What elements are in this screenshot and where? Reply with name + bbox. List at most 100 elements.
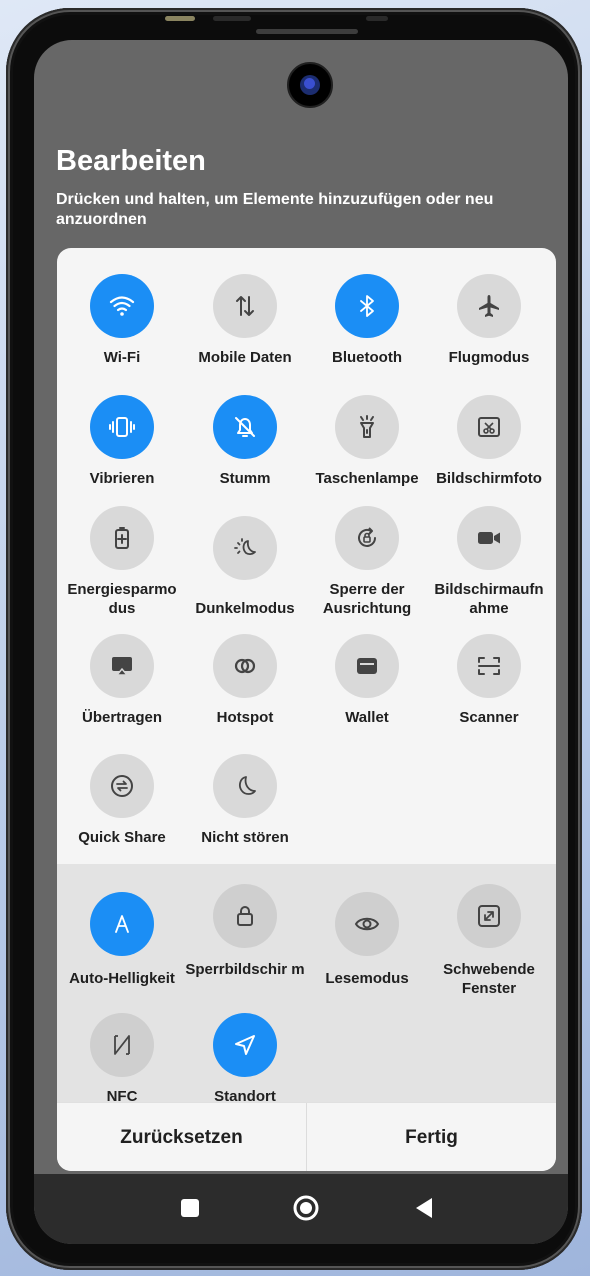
- hotspot-toggle[interactable]: [213, 634, 277, 698]
- tile-wi-fi[interactable]: Wi-Fi: [60, 274, 184, 367]
- tile-label: Bluetooth: [332, 349, 402, 366]
- tile-auto-helligkeit[interactable]: Auto-Helligkeit: [60, 884, 184, 988]
- bluetooth-toggle[interactable]: [335, 274, 399, 338]
- tile-label: Bildschirmfoto: [436, 470, 542, 487]
- tile-taschenlampe[interactable]: Taschenlampe: [305, 395, 429, 488]
- location-toggle[interactable]: [213, 1013, 277, 1077]
- recents-button[interactable]: [170, 1188, 210, 1228]
- circle-icon: [293, 1195, 319, 1221]
- bell-off-toggle[interactable]: [213, 395, 277, 459]
- front-camera: [287, 62, 333, 108]
- tile-label: Quick Share: [78, 829, 166, 846]
- wifi-toggle[interactable]: [90, 274, 154, 338]
- side-button: [213, 16, 251, 21]
- cast-icon: [112, 657, 132, 676]
- tile-energiesparmo-dus[interactable]: Energiesparmo dus: [60, 506, 184, 618]
- vibrate-toggle[interactable]: [90, 395, 154, 459]
- eye-icon: [354, 917, 380, 931]
- navigation-bar: [34, 1174, 568, 1244]
- tile-schwebende-fenster[interactable]: Schwebende Fenster: [427, 884, 551, 998]
- tile-sperre-der-ausrichtung[interactable]: Sperre der Ausrichtung: [305, 506, 429, 618]
- tile-label: Dunkelmodus: [195, 600, 295, 617]
- auto-brightness-toggle[interactable]: [90, 892, 154, 956]
- tile-nicht-stören[interactable]: Nicht stören: [183, 754, 307, 847]
- tile-label: Nicht stören: [201, 829, 289, 846]
- tile-quick-share[interactable]: Quick Share: [60, 754, 184, 847]
- tile-bildschirmaufn-ahme[interactable]: Bildschirmaufn ahme: [427, 506, 551, 618]
- tile-label: Vibrieren: [89, 470, 155, 487]
- tile-standort[interactable]: Standort: [183, 1013, 307, 1106]
- nfc-toggle[interactable]: [90, 1013, 154, 1077]
- tile-label: Auto-Helligkeit: [69, 970, 175, 987]
- nfc-icon: [114, 1035, 130, 1055]
- reset-button[interactable]: Zurücksetzen: [57, 1103, 306, 1171]
- battery-saver-toggle[interactable]: [90, 506, 154, 570]
- tile-stumm[interactable]: Stumm: [183, 395, 307, 488]
- phone-frame: Bearbeiten Drücken und halten, um Elemen…: [6, 8, 582, 1270]
- tile-label: Energiesparmo dus: [67, 581, 177, 617]
- earpiece-speaker: [256, 29, 358, 34]
- dark-mode-toggle[interactable]: [213, 516, 277, 580]
- back-button[interactable]: [404, 1188, 444, 1228]
- scanner-toggle[interactable]: [457, 634, 521, 698]
- battery-saver-icon: [115, 527, 129, 549]
- quick-share-icon: [111, 775, 133, 797]
- wallet-toggle[interactable]: [335, 634, 399, 698]
- done-button[interactable]: Fertig: [307, 1103, 556, 1171]
- tile-hotspot[interactable]: Hotspot: [183, 634, 307, 727]
- tile-label: Übertragen: [81, 709, 163, 726]
- tile-label: Mobile Daten: [198, 349, 292, 366]
- available-tiles-grid: Auto-Helligkeit Sperrbildschir m Lesemodus…: [57, 864, 556, 1105]
- tile-label: Bildschirmaufn ahme: [434, 581, 544, 617]
- tile-label: Flugmodus: [448, 349, 530, 366]
- floating-window-toggle[interactable]: [457, 884, 521, 948]
- flashlight-toggle[interactable]: [335, 395, 399, 459]
- tile-label: Lesemodus: [325, 970, 409, 987]
- quick-settings-panel: Wi-Fi Mobile Daten Bluetooth Flugmodus Vibri…: [57, 248, 556, 1171]
- tile-mobile-daten[interactable]: Mobile Daten: [183, 274, 307, 367]
- back-triangle-icon: [416, 1198, 432, 1218]
- page-title: Bearbeiten: [56, 145, 206, 177]
- tile-vibrieren[interactable]: Vibrieren: [60, 395, 184, 488]
- tile-nfc[interactable]: NFC: [60, 1013, 184, 1106]
- screen-record-toggle[interactable]: [457, 506, 521, 570]
- screenshot-toggle[interactable]: [457, 395, 521, 459]
- footer-bar: Zurücksetzen Fertig: [57, 1102, 556, 1171]
- scanner-icon: [478, 657, 500, 675]
- tile-dunkelmodus[interactable]: Dunkelmodus: [183, 506, 307, 618]
- tile-wallet[interactable]: Wallet: [305, 634, 429, 727]
- do-not-disturb-icon: [239, 776, 256, 795]
- page-subtitle: Drücken und halten, um Elemente hinzuzuf…: [56, 191, 494, 228]
- tile-label: Schwebende Fenster: [443, 961, 535, 997]
- bluetooth-icon: [360, 295, 374, 317]
- tile-bluetooth[interactable]: Bluetooth: [305, 274, 429, 367]
- tile-label: Sperre der Ausrichtung: [322, 581, 412, 617]
- screenshot-icon: [478, 417, 500, 437]
- airplane-toggle[interactable]: [457, 274, 521, 338]
- airplane-icon: [479, 295, 499, 317]
- mobile-data-toggle[interactable]: [213, 274, 277, 338]
- side-button-small: [366, 16, 388, 21]
- rotation-lock-toggle[interactable]: [335, 506, 399, 570]
- tile-flugmodus[interactable]: Flugmodus: [427, 274, 551, 367]
- tile-lesemodus[interactable]: Lesemodus: [305, 884, 429, 988]
- cast-toggle[interactable]: [90, 634, 154, 698]
- eye-toggle[interactable]: [335, 892, 399, 956]
- tile-label: Scanner: [459, 709, 519, 726]
- lock-toggle[interactable]: [213, 884, 277, 948]
- do-not-disturb-toggle[interactable]: [213, 754, 277, 818]
- tile-scanner[interactable]: Scanner: [427, 634, 551, 727]
- lock-icon: [237, 906, 253, 926]
- tile-sperrbildschir-m[interactable]: Sperrbildschir m: [183, 884, 307, 979]
- quick-share-toggle[interactable]: [90, 754, 154, 818]
- volume-button: [165, 16, 195, 21]
- tile-bildschirmfoto[interactable]: Bildschirmfoto: [427, 395, 551, 488]
- tile-übertragen[interactable]: Übertragen: [60, 634, 184, 727]
- screen: Bearbeiten Drücken und halten, um Elemen…: [34, 40, 568, 1244]
- flashlight-icon: [360, 415, 374, 438]
- hotspot-icon: [234, 658, 256, 674]
- vibrate-icon: [109, 417, 135, 437]
- rotation-lock-icon: [358, 527, 376, 547]
- tile-label: Stumm: [219, 470, 271, 487]
- home-button[interactable]: [286, 1188, 326, 1228]
